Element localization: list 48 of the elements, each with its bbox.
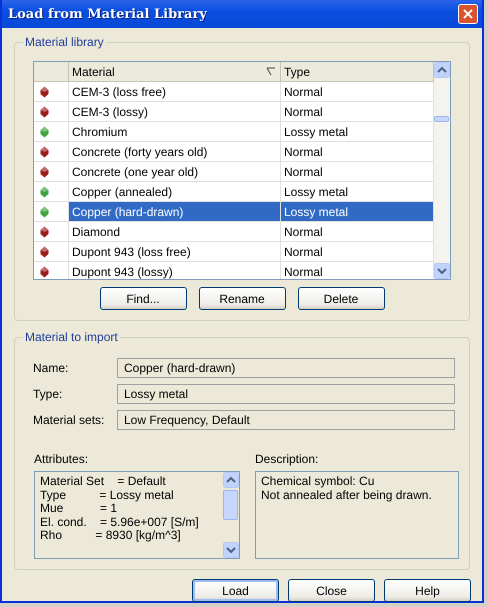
table-row[interactable]: Chromium Lossy metal — [34, 122, 434, 142]
attributes-text: Material Set = Default Type = Lossy metal Mue = 1 El. cond. = 5.96e+007 [S/m] Rho = 8930 [kg/m^3] — [39, 473, 200, 544]
scroll-down-icon[interactable] — [434, 263, 450, 279]
group-title: Material to import — [23, 330, 120, 344]
action-button[interactable]: Find... — [100, 287, 186, 310]
field-label: Name: — [33, 361, 70, 375]
scroll-thumb[interactable] — [223, 490, 238, 520]
group-title: Material library — [23, 35, 106, 49]
column-header[interactable]: Material — [69, 62, 281, 82]
attributes-box[interactable]: Material Set = Default Type = Lossy metal Mue = 1 El. cond. = 5.96e+007 [S/m] Rho = 8930 [kg/m^3] — [34, 471, 240, 559]
table-row[interactable]: Diamond Normal — [34, 222, 434, 242]
table-row[interactable]: Copper (hard-drawn) Lossy metal — [34, 202, 434, 222]
table-row[interactable]: CEM-3 (loss free) Normal — [34, 82, 434, 102]
read-only-field: Copper (hard-drawn) — [117, 358, 455, 378]
column-header[interactable]: Type — [281, 62, 434, 82]
read-only-field: Low Frequency, Default — [117, 410, 455, 430]
table-row[interactable]: Dupont 943 (loss free) Normal — [34, 242, 434, 262]
table-row[interactable]: Concrete (forty years old) Normal — [34, 142, 434, 162]
table-cell: CEM-3 (lossy) — [69, 102, 281, 122]
field-label: Type: — [33, 387, 64, 401]
scroll-thumb[interactable] — [434, 116, 449, 122]
scroll-up-icon[interactable] — [223, 472, 239, 488]
dialog-button[interactable]: Load — [192, 579, 279, 602]
dialog-button[interactable]: Help — [384, 579, 471, 602]
table-cell: Copper (hard-drawn) — [69, 202, 281, 222]
close-button[interactable]: × — [458, 4, 478, 24]
action-button[interactable]: Delete — [298, 287, 384, 310]
scroll-up-icon[interactable] — [434, 62, 450, 78]
window-title: Load from Material Library — [8, 6, 207, 22]
table-cell: CEM-3 (loss free) — [69, 82, 281, 102]
table-cell: Dupont 943 (lossy) — [69, 262, 281, 279]
field-label: Material sets: — [33, 413, 106, 427]
table-cell: Concrete (one year old) — [69, 162, 281, 182]
table-cell: Dupont 943 (loss free) — [69, 242, 281, 262]
table-cell: Concrete (forty years old) — [69, 142, 281, 162]
dialog-button[interactable]: Close — [288, 579, 375, 602]
field-label: Description: — [255, 452, 320, 466]
read-only-field: Lossy metal — [117, 384, 455, 404]
field-label: Attributes: — [34, 452, 90, 466]
table-row[interactable]: CEM-3 (lossy) Normal — [34, 102, 434, 122]
table-cell: Normal — [281, 102, 434, 122]
table-cell: Chromium — [69, 122, 281, 142]
description-box[interactable]: Chemical symbol: Cu Not annealed after being drawn. — [255, 471, 459, 559]
table-cell: Diamond — [69, 222, 281, 242]
table-row[interactable]: Concrete (one year old) Normal — [34, 162, 434, 182]
action-button[interactable]: Rename — [198, 287, 286, 310]
scroll-down-icon[interactable] — [223, 542, 239, 558]
sort-icon — [266, 67, 276, 76]
